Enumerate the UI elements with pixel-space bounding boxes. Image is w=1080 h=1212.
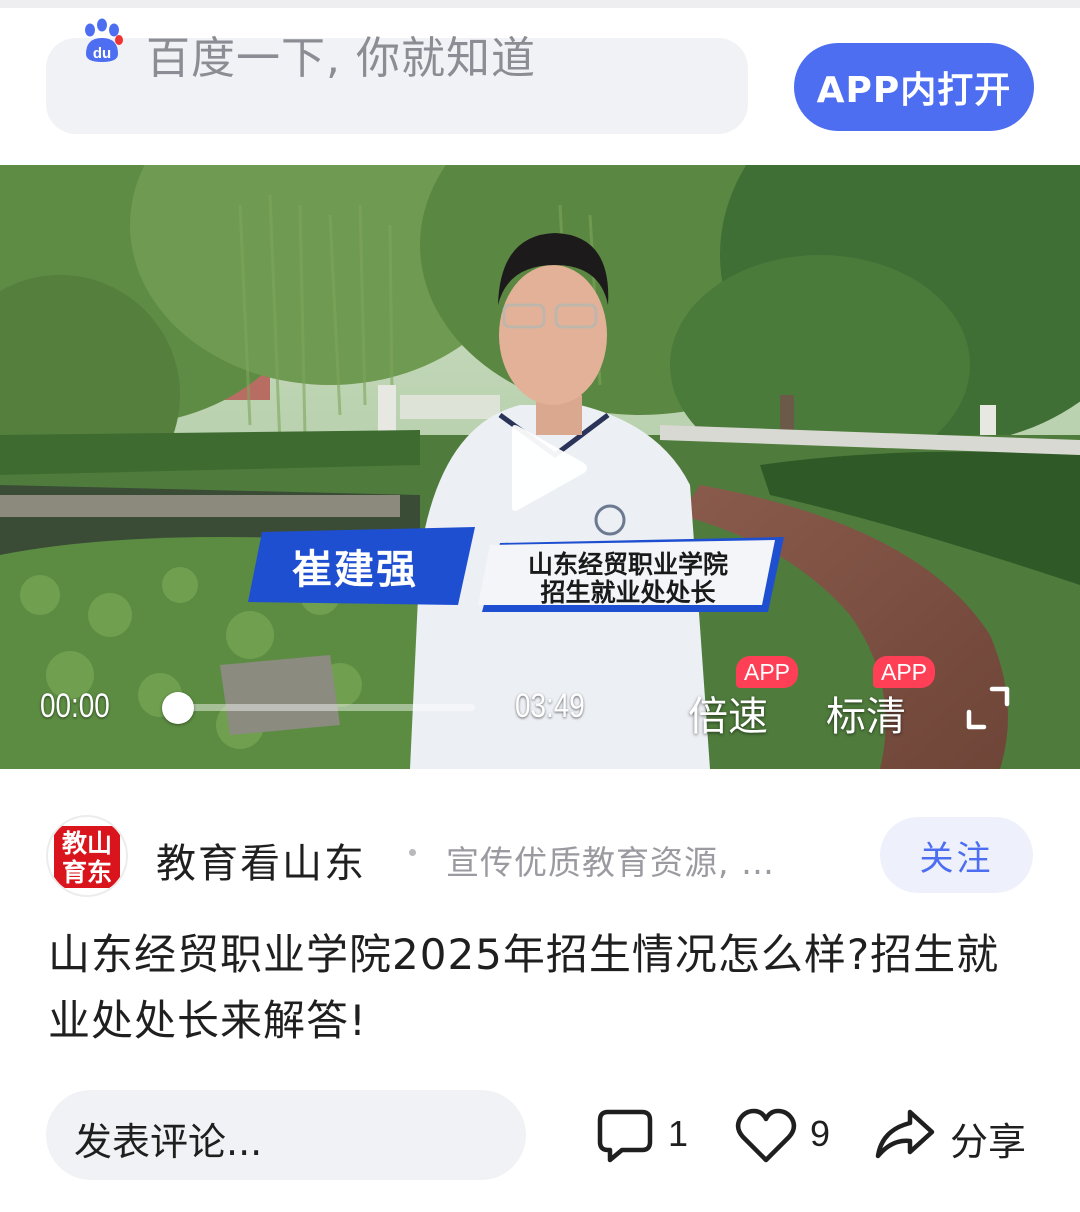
open-in-app-button[interactable]: APP内打开 [794,43,1034,131]
like-count: 9 [810,1113,831,1154]
play-icon[interactable] [500,423,590,513]
duration: 03:49 [515,687,585,725]
author-description: 宣传优质教育资源, … [446,843,775,882]
speed-app-badge: APP [736,656,799,688]
share-icon[interactable] [874,1108,936,1160]
svg-text:du: du [93,45,111,62]
follow-button[interactable]: 关注 [880,817,1033,893]
avatar-logo: 教山 育东 [54,826,120,888]
progress-bar[interactable] [178,704,475,711]
post-headline: 山东经贸职业学院2025年招生情况怎么样?招生就业处处长来解答! [48,930,1000,1045]
baidu-logo-icon: du [85,18,123,62]
comment-placeholder[interactable]: 发表评论... [74,1111,262,1166]
current-time: 00:00 [40,687,110,725]
top-strip [0,0,1080,8]
quality-button[interactable]: 标清 [826,684,906,742]
author-name[interactable]: 教育看山东 [156,831,366,889]
comment-icon[interactable] [596,1108,654,1164]
search-placeholder[interactable]: 百度一下, 你就知道 [146,22,536,86]
separator-dot [409,849,416,856]
quality-app-badge: APP [873,656,936,688]
author-avatar[interactable]: 教山 育东 [46,815,128,897]
share-button[interactable]: 分享 [950,1111,1026,1166]
comment-count: 1 [668,1113,689,1154]
caption-title-line2: 招生就业处处长 [540,578,716,607]
speed-button[interactable]: 倍速 [688,684,768,742]
video-player[interactable]: 崔建强 山东经贸职业学院 招生就业处处长 00:00 03:49 倍速 APP … [0,165,1080,769]
fullscreen-icon[interactable] [966,686,1010,730]
progress-knob[interactable] [162,692,194,724]
heart-icon[interactable] [735,1108,797,1164]
caption-name: 崔建强 [292,547,418,593]
